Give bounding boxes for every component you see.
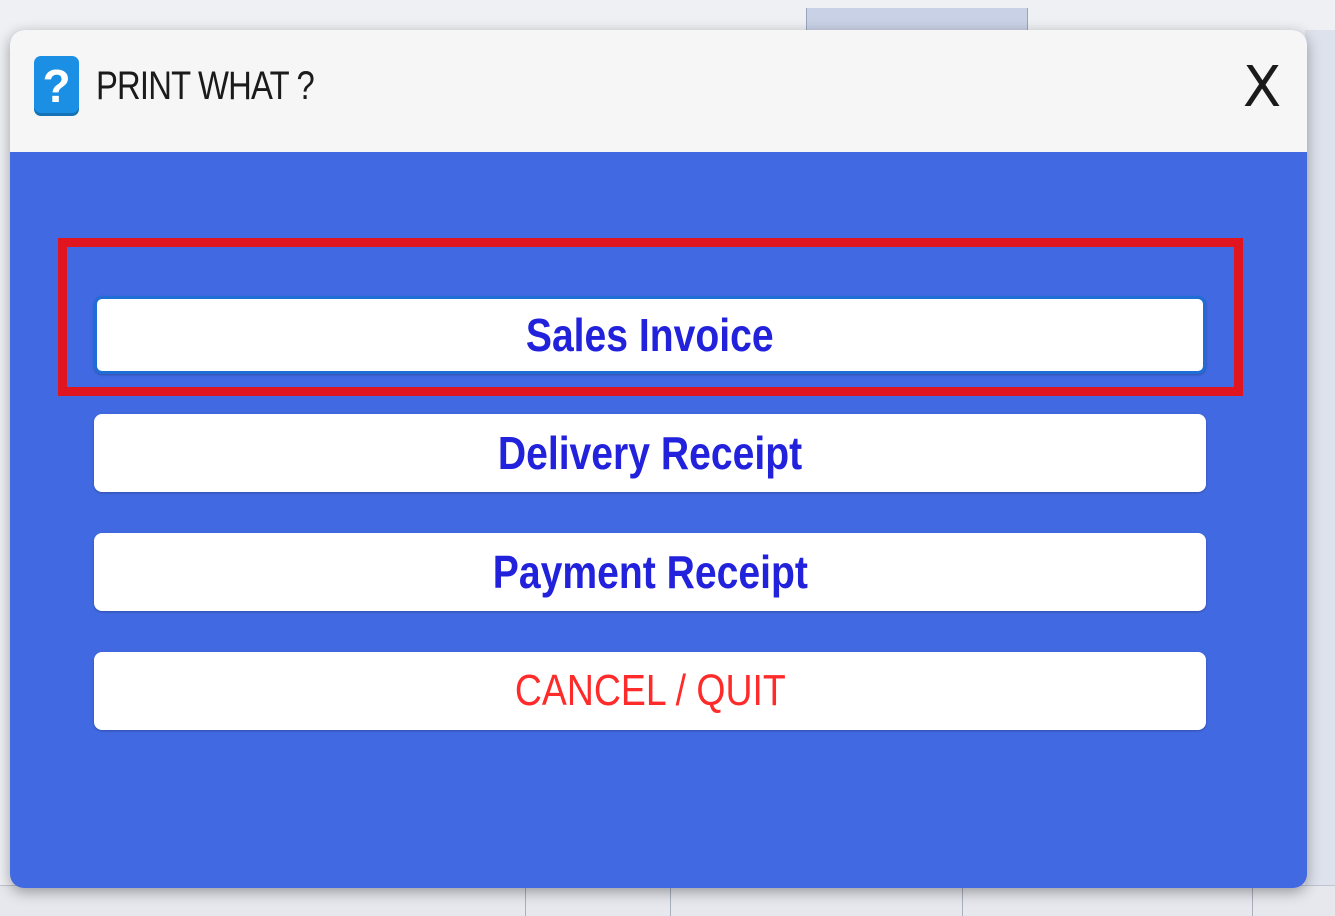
question-icon: ? — [34, 56, 79, 116]
cancel-quit-label: CANCEL / QUIT — [514, 666, 786, 715]
sales-invoice-button[interactable]: Sales Invoice — [94, 296, 1206, 374]
payment-receipt-button[interactable]: Payment Receipt — [94, 533, 1206, 611]
background-cell-divider — [962, 886, 963, 916]
background-cell-divider — [1252, 886, 1253, 916]
background-tab — [806, 8, 1028, 32]
close-button[interactable]: X — [1232, 58, 1292, 118]
delivery-receipt-label: Delivery Receipt — [497, 427, 803, 479]
dialog-titlebar: ? PRINT WHAT ? X — [10, 30, 1307, 152]
dialog-title: PRINT WHAT ? — [96, 64, 315, 108]
payment-receipt-label: Payment Receipt — [492, 546, 808, 598]
background-table-footer — [0, 885, 1335, 916]
delivery-receipt-button[interactable]: Delivery Receipt — [94, 414, 1206, 492]
background-cell-divider — [525, 886, 526, 916]
print-what-dialog: ? PRINT WHAT ? X Sales Invoice Delivery … — [10, 30, 1307, 888]
sales-invoice-label: Sales Invoice — [526, 309, 774, 361]
cancel-quit-button[interactable]: CANCEL / QUIT — [94, 652, 1206, 730]
background-cell-divider — [670, 886, 671, 916]
background-side-panel — [1305, 30, 1335, 890]
